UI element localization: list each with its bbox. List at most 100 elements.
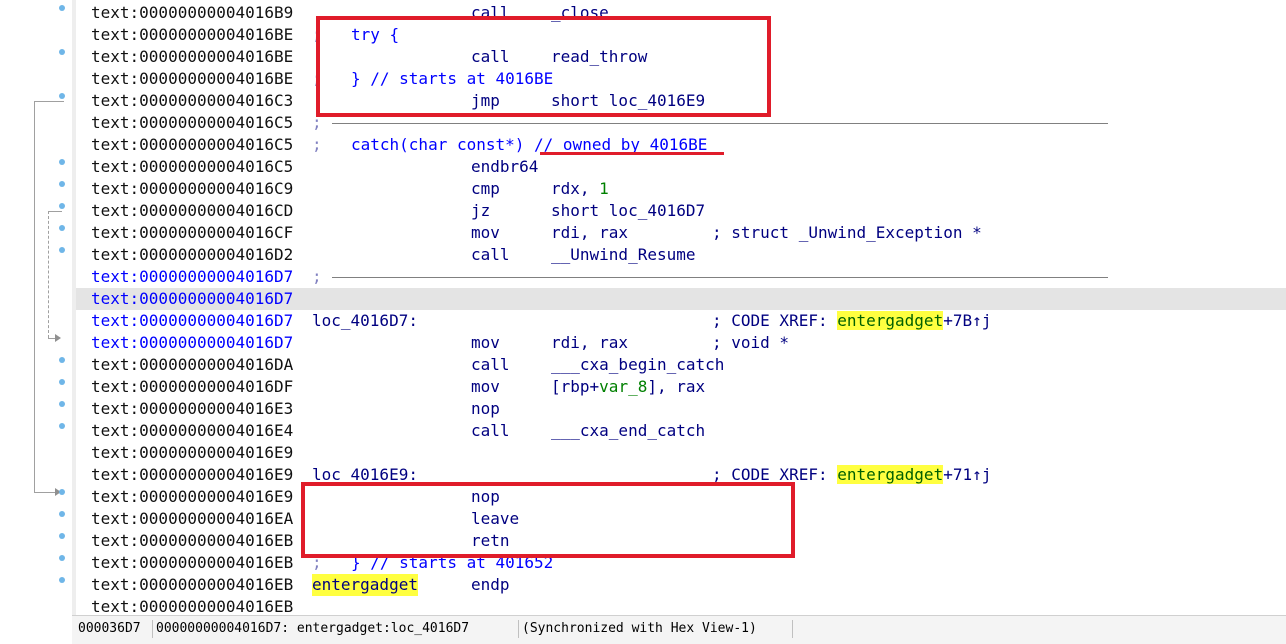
- instruction-dot: [59, 159, 65, 165]
- xref-offset: +71↑j: [943, 465, 992, 484]
- xref-function-link[interactable]: entergadget: [837, 311, 944, 330]
- address[interactable]: text:00000000004016E9: [91, 464, 293, 486]
- status-offset: 000036D7: [78, 621, 141, 636]
- status-divider: [792, 620, 793, 638]
- address[interactable]: text:00000000004016E4: [91, 420, 293, 442]
- listing-row[interactable]: text:00000000004016C5 endbr64: [76, 156, 1286, 178]
- instruction-dot: [59, 49, 65, 55]
- xref-offset: +7B↑j: [943, 311, 992, 330]
- code-label[interactable]: entergadget: [312, 574, 418, 596]
- address[interactable]: text:00000000004016C9: [91, 178, 293, 200]
- address[interactable]: text:00000000004016EB: [91, 552, 293, 574]
- operand-text: rdx,: [551, 179, 600, 198]
- address[interactable]: text:00000000004016E3: [91, 398, 293, 420]
- address[interactable]: text:00000000004016C3: [91, 90, 293, 112]
- address[interactable]: text:00000000004016D2: [91, 244, 293, 266]
- listing-row[interactable]: text:00000000004016D7 mov rdi, rax ; void *: [76, 332, 1286, 354]
- operand[interactable]: rdi, rax: [551, 332, 628, 354]
- address[interactable]: text:00000000004016C5: [91, 112, 293, 134]
- instruction-dot: [59, 511, 65, 517]
- line-comment: ; struct _Unwind_Exception *: [712, 222, 982, 244]
- address[interactable]: text:00000000004016DF: [91, 376, 293, 398]
- operand[interactable]: ___cxa_begin_catch: [551, 354, 724, 376]
- address[interactable]: text:00000000004016D7: [91, 310, 293, 332]
- listing-row[interactable]: text:00000000004016EB entergadget endp: [76, 574, 1286, 596]
- status-bar: 000036D7 00000000004016D7: entergadget:l…: [72, 615, 1286, 644]
- annotation-underline-owned-by: [540, 152, 724, 155]
- status-sync: (Synchronized with Hex View-1): [522, 621, 757, 636]
- status-location: 00000000004016D7: entergadget:loc_4016D7: [156, 621, 470, 636]
- address[interactable]: text:00000000004016D7: [91, 288, 293, 310]
- xref-function-link[interactable]: entergadget: [837, 465, 944, 484]
- listing-row[interactable]: text:00000000004016E4 call ___cxa_end_catc…: [76, 420, 1286, 442]
- stack-variable[interactable]: var_8: [599, 377, 647, 396]
- listing-row[interactable]: text:00000000004016D7 loc_4016D7: ; CODE X…: [76, 310, 1286, 332]
- instruction-dot: [59, 181, 65, 187]
- instruction-dot: [59, 489, 65, 495]
- address[interactable]: text:00000000004016E9: [91, 486, 293, 508]
- address[interactable]: text:00000000004016BE: [91, 46, 293, 68]
- address[interactable]: text:00000000004016E9: [91, 442, 293, 464]
- address[interactable]: text:00000000004016EB: [91, 530, 293, 552]
- listing-row[interactable]: text:00000000004016C9 cmp rdx, 1: [76, 178, 1286, 200]
- operand[interactable]: rdx, 1: [551, 178, 609, 200]
- operand-text: rdi, rax: [551, 223, 629, 242]
- operand[interactable]: [rbp+var_8], rax: [551, 376, 705, 398]
- listing-row[interactable]: text:00000000004016CD jz short loc_4016D7: [76, 200, 1286, 222]
- listing-row[interactable]: text:00000000004016E9: [76, 442, 1286, 464]
- instruction-dot: [59, 93, 65, 99]
- arrowhead-jz: [55, 334, 61, 342]
- instruction-dot: [59, 357, 65, 363]
- address[interactable]: text:00000000004016DA: [91, 354, 293, 376]
- address[interactable]: text:00000000004016CD: [91, 200, 293, 222]
- operand-tail: ], rax: [647, 377, 706, 396]
- instruction-dot: [59, 379, 65, 385]
- mnemonic: endp: [471, 575, 510, 594]
- mnemonic: call: [471, 245, 510, 264]
- address[interactable]: text:00000000004016BE: [91, 68, 293, 90]
- instruction-dot: [59, 401, 65, 407]
- address[interactable]: text:00000000004016C5: [91, 134, 293, 156]
- arrow-line-jz: [48, 211, 49, 338]
- listing-row[interactable]: text:00000000004016D7: [76, 288, 1286, 310]
- address[interactable]: text:00000000004016CF: [91, 222, 293, 244]
- comment-text: ; void *: [712, 333, 790, 352]
- status-divider: [152, 620, 153, 638]
- mnemonic: endbr64: [471, 157, 539, 176]
- section-separator: [332, 123, 1108, 124]
- immediate-value: 1: [599, 179, 609, 198]
- address[interactable]: text:00000000004016C5: [91, 156, 293, 178]
- address[interactable]: text:00000000004016D7: [91, 332, 293, 354]
- listing-row[interactable]: text:00000000004016DA call ___cxa_begin_ca…: [76, 354, 1286, 376]
- annotation-box-try-block: [316, 16, 771, 117]
- address[interactable]: text:00000000004016BE: [91, 24, 293, 46]
- instruction-dot: [59, 555, 65, 561]
- operand-text: ___cxa_end_catch: [551, 421, 706, 440]
- line-comment: ; CODE XREF: entergadget+7B↑j: [712, 310, 991, 332]
- operand[interactable]: rdi, rax: [551, 222, 628, 244]
- section-separator: [332, 277, 1108, 278]
- mnemonic: jz: [471, 201, 491, 220]
- instruction-dot: [59, 247, 65, 253]
- operand-text: [rbp+: [551, 377, 600, 396]
- annotation-box-epilogue: [301, 482, 795, 558]
- instruction-dot: [59, 203, 65, 209]
- address[interactable]: text:00000000004016D7: [91, 266, 293, 288]
- listing-row[interactable]: text:00000000004016CF mov rdi, rax ; struct…: [76, 222, 1286, 244]
- address[interactable]: text:00000000004016B9: [91, 2, 293, 24]
- instruction-dot: [59, 5, 65, 11]
- listing-row[interactable]: text:00000000004016D2 call __Unwind_Resume: [76, 244, 1286, 266]
- mnemonic: call: [471, 355, 510, 374]
- listing-row[interactable]: text:00000000004016DF mov [rbp+var_8], rax: [76, 376, 1286, 398]
- comment-text: ; struct _Unwind_Exception *: [712, 223, 982, 242]
- address[interactable]: text:00000000004016EB: [91, 574, 293, 596]
- mnemonic: call: [471, 421, 510, 440]
- operand[interactable]: __Unwind_Resume: [551, 244, 696, 266]
- code-label[interactable]: loc_4016D7:: [312, 310, 418, 332]
- arrow-line-jz-top: [48, 211, 62, 212]
- address[interactable]: text:00000000004016EA: [91, 508, 293, 530]
- instruction-dot: [59, 225, 65, 231]
- operand[interactable]: ___cxa_end_catch: [551, 420, 705, 442]
- listing-row[interactable]: text:00000000004016E3 nop: [76, 398, 1286, 420]
- operand[interactable]: short loc_4016D7: [551, 200, 705, 222]
